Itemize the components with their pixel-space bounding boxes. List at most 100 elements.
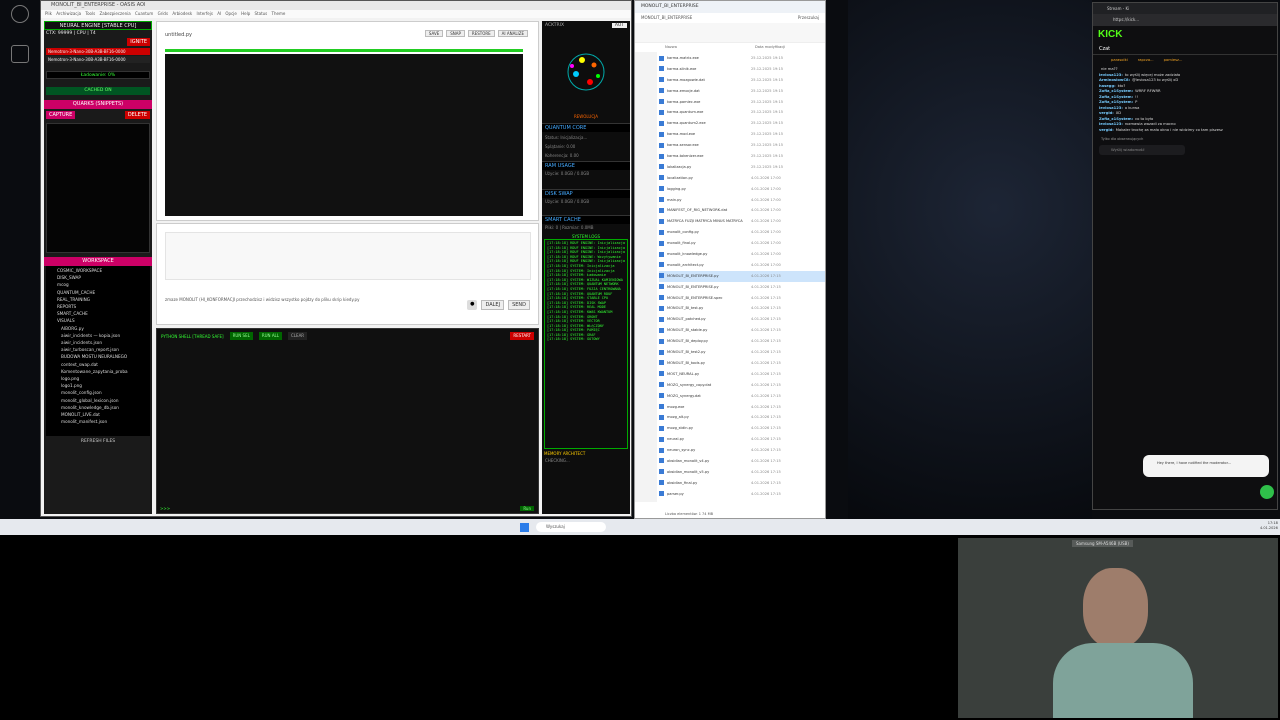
eye-icon[interactable]: ● <box>467 300 478 310</box>
chat-user[interactable]: leviosa123: <box>1099 106 1123 110</box>
workspace-tree[interactable]: COSMIC_WORKSPACE DISK_SWAP mcog QUANTUM_CAC… <box>46 266 150 436</box>
chat-user[interactable]: leviosa123: <box>1099 122 1123 126</box>
tree-item[interactable]: VISUALS <box>49 317 147 324</box>
shell-prompt[interactable]: >>> <box>160 506 170 511</box>
tree-item[interactable]: aiwir_turboscan_report.json <box>49 346 147 353</box>
file-row[interactable]: monolit_architect.py 4.01.2026 17:00 <box>659 260 825 271</box>
file-row[interactable]: karma-mozgowie.dat 25.12.2025 19:15 <box>659 75 825 86</box>
restart-button[interactable]: RESTART <box>510 332 534 340</box>
file-row[interactable]: karma-tokenizer.exe 25.12.2025 19:15 <box>659 151 825 162</box>
tree-item[interactable]: aiwir_incidents — kopia.json <box>49 332 147 339</box>
delete-button[interactable]: DELETE <box>124 111 150 119</box>
capture-button[interactable]: CAPTURE <box>46 111 76 119</box>
chat-user[interactable]: vergid: <box>1099 111 1114 115</box>
auto-toggle[interactable]: AUT <box>611 23 627 28</box>
file-row[interactable]: mozg_alt.py 4.01.2026 17:15 <box>659 412 825 423</box>
editor-area[interactable] <box>165 54 523 216</box>
file-row[interactable]: MONOLIT_BI_deploy.py 4.01.2026 17:15 <box>659 336 825 347</box>
editor-tab[interactable]: untitled.py <box>165 32 192 38</box>
clear-button[interactable]: CLEAR <box>288 332 308 340</box>
file-row[interactable]: karma-pamiec.exe 25.12.2025 19:15 <box>659 97 825 108</box>
file-row[interactable]: MONOLIT_BI_test2.py 4.01.2026 17:15 <box>659 347 825 358</box>
chat-user[interactable]: Zofia_x1System: <box>1099 95 1133 99</box>
file-row[interactable]: lokalizacja.py 25.12.2025 19:15 <box>659 162 825 173</box>
file-row[interactable]: karma-matrix.exe 25.12.2025 19:15 <box>659 53 825 64</box>
file-row[interactable]: neuron_sync.py 4.01.2026 17:15 <box>659 445 825 456</box>
file-row[interactable]: MONOLIT_BI_stable.py 4.01.2026 17:15 <box>659 325 825 336</box>
tree-item[interactable]: QUANTUM_CACHE <box>49 289 147 296</box>
send-button[interactable]: SEND <box>508 300 530 310</box>
snippets-list[interactable] <box>46 123 150 253</box>
file-row[interactable]: localization.py 4.01.2026 17:00 <box>659 173 825 184</box>
run-sel-button[interactable]: RUN SEL <box>229 332 253 340</box>
chat-user[interactable]: ArminoslowC8: <box>1099 78 1130 82</box>
system-logs[interactable]: [17:18:18] RDUF ENGINE: Inicjalizacja [17… <box>544 239 628 449</box>
file-row[interactable]: monolit_final.py 4.01.2026 17:00 <box>659 238 825 249</box>
taskbar-search[interactable]: Wyszukaj <box>536 522 606 532</box>
file-row[interactable]: karma-quantum.exe 25.12.2025 19:15 <box>659 107 825 118</box>
file-row[interactable]: MOZG_synergy_copy.dat 4.01.2026 17:15 <box>659 380 825 391</box>
tree-item[interactable]: monolit_config.json <box>49 389 147 396</box>
tree-item[interactable]: COSMIC_WORKSPACE <box>49 267 147 274</box>
run-button[interactable]: Run <box>520 506 534 511</box>
file-row[interactable]: MONOLIT_BI_ENTERPRISE.py 4.01.2026 17:15 <box>659 282 825 293</box>
prompt-text[interactable]: zmaze MONOLIT (HI_KONFORMACJI przechodzi… <box>165 297 440 302</box>
pinned-item[interactable]: pomiesz... <box>1164 58 1183 62</box>
tree-item[interactable]: context_swap.dat <box>49 361 147 368</box>
tree-item[interactable]: REPORTS <box>49 303 147 310</box>
tree-item[interactable]: BUDOWA MOSTU NEURALNEGO <box>49 353 147 360</box>
tree-item[interactable]: logo.png <box>49 375 147 382</box>
col-date[interactable]: Data modyfikacji <box>755 43 785 52</box>
browser-tab[interactable]: Stream - Ki <box>1107 6 1129 11</box>
editor-button[interactable]: SNAP <box>446 30 465 37</box>
windows-start-icon[interactable] <box>520 523 529 532</box>
tree-item[interactable]: monolit_global_lexicon.json <box>49 397 147 404</box>
explorer-nav-pane[interactable] <box>635 52 657 502</box>
file-row[interactable]: monolit_config.py 4.01.2026 17:00 <box>659 227 825 238</box>
clock-date[interactable]: 4.01.2026 <box>1260 526 1278 531</box>
file-row[interactable]: mozg.exe 4.01.2026 17:15 <box>659 402 825 413</box>
file-row[interactable]: obsidian_monolit_v5.py 4.01.2026 17:15 <box>659 467 825 478</box>
file-row[interactable]: monolit_knowledge.py 4.01.2026 17:00 <box>659 249 825 260</box>
chat-user[interactable]: leviosa123: <box>1099 73 1123 77</box>
chat-user[interactable]: Zofia_x1System: <box>1099 89 1133 93</box>
file-row[interactable]: karma-emocje.dat 25.12.2025 19:15 <box>659 86 825 97</box>
explorer-path[interactable]: MONOLIT_BI_ENTERPRISE <box>641 13 692 23</box>
file-row[interactable]: MONOLIT_BI_ENTERPRISE.py 4.01.2026 17:15 <box>659 270 825 282</box>
tree-item[interactable]: Komentowane_zapytania_proba <box>49 368 147 375</box>
file-row[interactable]: MONOLIT_BI_test.py 4.01.2026 17:15 <box>659 303 825 314</box>
file-row[interactable]: MANIFEST_OF_RIG_NETWORK.dat 4.01.2026 17:… <box>659 205 825 216</box>
file-row[interactable]: MONOLIT_BI_tools.py 4.01.2026 17:15 <box>659 358 825 369</box>
file-row[interactable]: karma-mod.exe 25.12.2025 19:15 <box>659 129 825 140</box>
pinned-item[interactable]: rapcza... <box>1138 58 1154 62</box>
editor-button[interactable]: AI ANALIZE <box>497 30 528 37</box>
file-row[interactable]: obsidian_final.py 4.01.2026 17:15 <box>659 478 825 489</box>
app-menubar[interactable]: Plik Archiwizacja Tools Zabezpieczenia C… <box>41 10 631 18</box>
explorer-tab[interactable]: MONOLIT_BI_ENTERPRISE <box>641 4 699 9</box>
chat-user[interactable]: Zofia_x1System: <box>1099 117 1133 121</box>
file-row[interactable]: karma-sensor.exe 25.12.2025 19:15 <box>659 140 825 151</box>
file-row[interactable]: neural.py 4.01.2026 17:15 <box>659 434 825 445</box>
recycle-bin-icon[interactable] <box>11 5 29 23</box>
chat-input[interactable]: Wyślij wiadomość <box>1099 145 1185 155</box>
kick-logo[interactable]: KICK <box>1093 26 1277 44</box>
tree-item[interactable]: monolit_manifest.json <box>49 418 147 425</box>
explorer-search[interactable]: Przeszukaj <box>798 13 819 23</box>
file-row[interactable]: MONOLIT_patched.py 4.01.2026 17:15 <box>659 314 825 325</box>
tree-item[interactable]: DISK_SWAP <box>49 274 147 281</box>
model-item[interactable]: Nemotron-3-Nano-30B-A3B-BF16-0000 <box>46 56 150 63</box>
tree-item[interactable]: aiwir_incidents.json <box>49 339 147 346</box>
tree-item[interactable]: REAL_TRAINING <box>49 296 147 303</box>
address-bar[interactable]: https://kick... <box>1093 14 1277 26</box>
chat-message[interactable]: vergid: Makaler trochę za mało okno i nie… <box>1099 128 1271 134</box>
tree-item[interactable]: AIBORG.py <box>49 325 147 332</box>
file-row[interactable]: portal_login.py4.01.2026 17:15 <box>659 500 825 501</box>
file-row[interactable]: karma-silnik.exe 25.12.2025 19:15 <box>659 64 825 75</box>
model-item[interactable]: Nemotron-3-Nano-30B-A3B-BF16-0000 <box>46 48 150 55</box>
file-row[interactable]: MOZG_synergy.dat 4.01.2026 17:15 <box>659 391 825 402</box>
file-row[interactable]: mozg_stdin.py 4.01.2026 17:15 <box>659 423 825 434</box>
file-row[interactable]: parser.py 4.01.2026 17:15 <box>659 489 825 500</box>
chat-user[interactable]: hasegg: <box>1099 84 1116 88</box>
tree-item[interactable]: MONOLIT_LIVE.dat <box>49 411 147 418</box>
tree-item[interactable]: SMART_CACHE <box>49 310 147 317</box>
